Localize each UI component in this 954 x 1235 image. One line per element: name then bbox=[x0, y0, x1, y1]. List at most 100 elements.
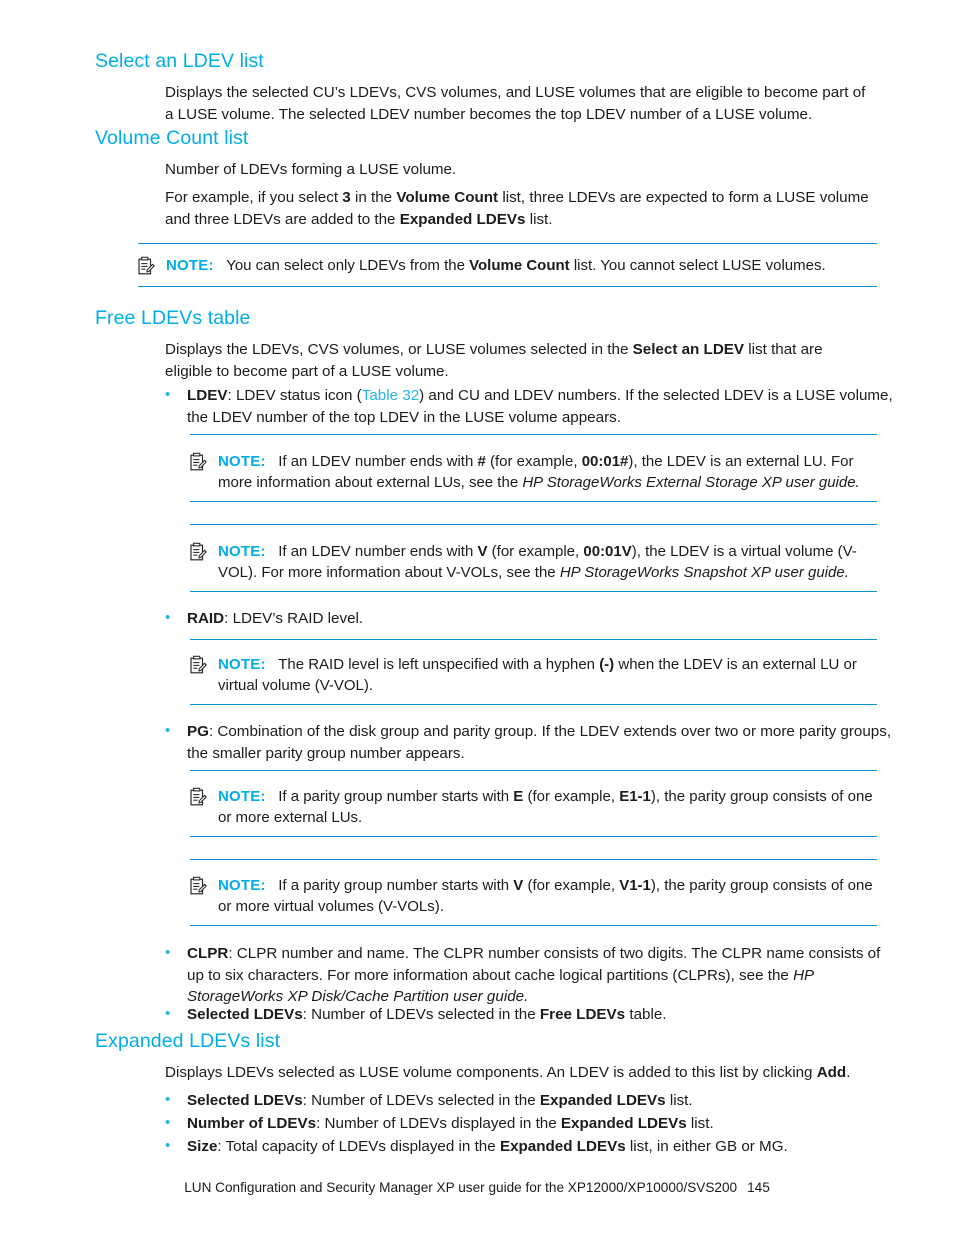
text-bold-expanded-ldevs: Expanded LDEVs bbox=[499, 1138, 626, 1155]
text-frag: If a parity group number starts with bbox=[278, 788, 514, 805]
text-bold-example-e11: E1-1 bbox=[619, 788, 651, 805]
note-ldev-v: NOTE: If an LDEV number ends with V (for… bbox=[190, 541, 878, 584]
note-rule-bottom bbox=[190, 591, 877, 592]
footer-title: LUN Configuration and Security Manager X… bbox=[184, 1180, 738, 1195]
list-item-selected-ldevs-free: Selected LDEVs: Number of LDEVs selected… bbox=[165, 1003, 899, 1026]
text-frag: If an LDEV number ends with bbox=[278, 543, 478, 560]
text-frag: : CLPR number and name. The CLPR number … bbox=[187, 945, 881, 984]
text-bold-select-an-ldev: Select an LDEV bbox=[632, 341, 745, 358]
paragraph-volume-count-1: Number of LDEVs forming a LUSE volume. bbox=[165, 161, 457, 178]
paragraph-expanded-ldevs-intro: Displays LDEVs selected as LUSE volume c… bbox=[165, 1062, 877, 1084]
text-bold-v: V bbox=[477, 543, 488, 560]
note-label: NOTE: bbox=[218, 788, 266, 805]
text-bold-expanded-ldevs: Expanded LDEVs bbox=[539, 1092, 666, 1109]
document-page: Select an LDEV list Displays the selecte… bbox=[0, 0, 954, 1235]
note-clipboard-pencil-icon bbox=[190, 787, 207, 806]
note-rule-top bbox=[190, 639, 877, 640]
text-bold-3: 3 bbox=[342, 189, 351, 206]
text-frag: : Combination of the disk group and pari… bbox=[187, 723, 892, 762]
term-size: Size bbox=[187, 1138, 218, 1155]
text-frag: : Total capacity of LDEVs displayed in t… bbox=[217, 1138, 500, 1155]
text-frag: : Number of LDEVs displayed in the bbox=[316, 1115, 561, 1132]
text-frag: . bbox=[846, 1064, 851, 1081]
note-label: NOTE: bbox=[218, 656, 266, 673]
text-frag: You can select only LDEVs from the bbox=[226, 257, 470, 274]
note-content: NOTE: If a parity group number starts wi… bbox=[190, 786, 878, 829]
note-rule-bottom bbox=[190, 704, 877, 705]
term-ldev: LDEV bbox=[187, 387, 228, 404]
note-label: NOTE: bbox=[218, 453, 266, 470]
heading-select-an-ldev-list: Select an LDEV list bbox=[95, 50, 264, 72]
text-bold-hash: # bbox=[477, 453, 486, 470]
text-bold-e: E bbox=[513, 788, 524, 805]
text-frag: (for example, bbox=[523, 788, 620, 805]
note-ldev-hash: NOTE: If an LDEV number ends with # (for… bbox=[190, 451, 878, 494]
note-rule-bottom bbox=[190, 925, 877, 926]
text-bold-example-v: 00:01V bbox=[583, 543, 632, 560]
note-clipboard-pencil-icon bbox=[190, 452, 207, 471]
text-bold-example-v11: V1-1 bbox=[619, 877, 651, 894]
text-frag: : Number of LDEVs selected in the bbox=[302, 1092, 540, 1109]
term-clpr: CLPR bbox=[187, 945, 229, 962]
note-rule-top bbox=[190, 859, 877, 860]
term-pg: PG bbox=[187, 723, 209, 740]
text-bold-free-ldevs: Free LDEVs bbox=[539, 1006, 626, 1023]
note-clipboard-pencil-icon bbox=[190, 655, 207, 674]
footer-page-number: 145 bbox=[747, 1180, 770, 1195]
term-raid: RAID bbox=[187, 610, 225, 627]
page-footer: LUN Configuration and Security Manager X… bbox=[0, 1180, 954, 1195]
paragraph-volume-count-2: For example, if you select 3 in the Volu… bbox=[165, 187, 879, 230]
list-item-clpr: CLPR: CLPR number and name. The CLPR num… bbox=[165, 942, 899, 1008]
list-item-pg: PG: Combination of the disk group and pa… bbox=[165, 720, 899, 764]
text-frag: list, in either GB or MG. bbox=[625, 1138, 788, 1155]
note-content: NOTE: The RAID level is left unspecified… bbox=[190, 654, 878, 697]
note-clipboard-pencil-icon bbox=[138, 256, 155, 275]
note-content: NOTE: You can select only LDEVs from the… bbox=[138, 255, 878, 276]
text-frag: The RAID level is left unspecified with … bbox=[278, 656, 600, 673]
text-frag: list. bbox=[665, 1092, 693, 1109]
note-parity-v: NOTE: If a parity group number starts wi… bbox=[190, 875, 878, 918]
text-bold-hyphen: (-) bbox=[599, 656, 615, 673]
note-rule-top bbox=[190, 770, 877, 771]
text-bold-example-hash: 00:01# bbox=[581, 453, 629, 470]
text-frag: If an LDEV number ends with bbox=[278, 453, 478, 470]
text-bold-add: Add bbox=[816, 1064, 847, 1081]
note-content: NOTE: If an LDEV number ends with # (for… bbox=[190, 451, 878, 494]
note-raid-hyphen: NOTE: The RAID level is left unspecified… bbox=[190, 654, 878, 697]
text-frag: list. You cannot select LUSE volumes. bbox=[569, 257, 826, 274]
note-rule-top bbox=[138, 243, 877, 244]
list-item-size: Size: Total capacity of LDEVs displayed … bbox=[165, 1135, 899, 1158]
list-item-raid: RAID: LDEV’s RAID level. bbox=[165, 607, 899, 630]
text-italic-guide: HP StorageWorks External Storage XP user… bbox=[522, 474, 860, 492]
text-frag: : LDEV status icon ( bbox=[227, 387, 362, 404]
text-frag: Displays the LDEVs, CVS volumes, or LUSE… bbox=[165, 341, 633, 358]
note-label: NOTE: bbox=[218, 877, 266, 894]
text-bold-volume-count: Volume Count bbox=[469, 257, 570, 274]
note-content: NOTE: If an LDEV number ends with V (for… bbox=[190, 541, 878, 584]
heading-free-ldevs-table: Free LDEVs table bbox=[95, 307, 251, 329]
paragraph-free-ldevs-intro: Displays the LDEVs, CVS volumes, or LUSE… bbox=[165, 339, 865, 382]
note-rule-bottom bbox=[138, 286, 877, 287]
heading-volume-count-list: Volume Count list bbox=[95, 127, 249, 149]
text-frag: Displays LDEVs selected as LUSE volume c… bbox=[165, 1064, 817, 1081]
text-frag: (for example, bbox=[487, 543, 584, 560]
note-label: NOTE: bbox=[166, 257, 214, 274]
term-selected-ldevs: Selected LDEVs bbox=[187, 1092, 303, 1109]
note-rule-top bbox=[190, 434, 877, 435]
text-frag: table. bbox=[625, 1006, 667, 1023]
note-content: NOTE: If a parity group number starts wi… bbox=[190, 875, 878, 918]
text-frag: in the bbox=[350, 189, 397, 206]
text-bold-v: V bbox=[513, 877, 524, 894]
text-italic-guide: HP StorageWorks Snapshot XP user guide. bbox=[559, 564, 849, 582]
text-frag: : LDEV’s RAID level. bbox=[224, 610, 364, 627]
text-frag: list. bbox=[525, 210, 553, 228]
heading-expanded-ldevs-list: Expanded LDEVs list bbox=[95, 1030, 281, 1052]
text-bold-expanded-ldevs: Expanded LDEVs bbox=[399, 210, 526, 228]
text-frag: For example, if you select bbox=[165, 189, 343, 206]
link-table-32[interactable]: Table 32 bbox=[362, 387, 419, 404]
note-rule-top bbox=[190, 524, 877, 525]
term-number-of-ldevs: Number of LDEVs bbox=[187, 1115, 317, 1132]
note-rule-bottom bbox=[190, 501, 877, 502]
note-volume-count: NOTE: You can select only LDEVs from the… bbox=[138, 255, 878, 276]
note-parity-e: NOTE: If a parity group number starts wi… bbox=[190, 786, 878, 829]
